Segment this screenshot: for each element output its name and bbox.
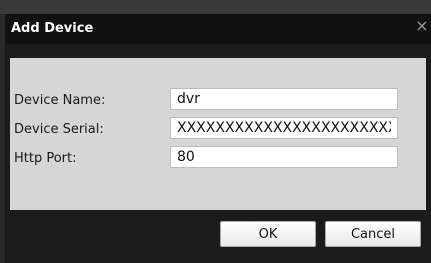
http-port-input[interactable] (170, 146, 398, 168)
device-serial-label: Device Serial: (14, 122, 104, 137)
device-name-label: Device Name: (14, 93, 106, 108)
device-serial-input[interactable] (170, 117, 398, 139)
dialog-body: Device Name: Device Serial: Http Port: (10, 58, 426, 210)
close-icon[interactable]: × (415, 17, 429, 35)
background-strip (0, 0, 431, 14)
cancel-button[interactable]: Cancel (325, 221, 421, 247)
device-name-input[interactable] (170, 88, 398, 110)
ok-button[interactable]: OK (220, 221, 316, 247)
add-device-dialog: Add Device × Device Name: Device Serial:… (5, 14, 431, 263)
dialog-title: Add Device (11, 21, 94, 36)
dialog-titlebar: Add Device × (5, 14, 431, 44)
dialog-footer: OK Cancel (5, 210, 431, 263)
http-port-label: Http Port: (14, 151, 77, 166)
